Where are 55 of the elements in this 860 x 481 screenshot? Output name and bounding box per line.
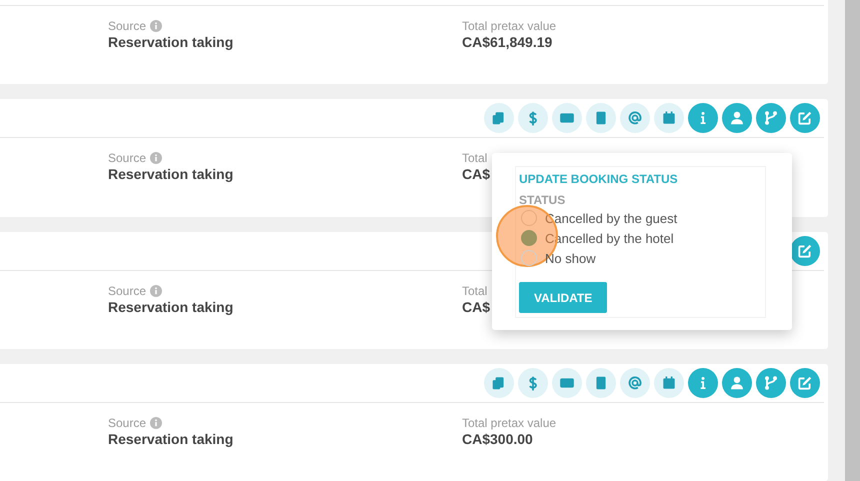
edit-button[interactable] [790,236,820,266]
at-sign-button[interactable] [620,368,650,398]
calendar-button[interactable] [654,368,684,398]
dollar-button[interactable] [518,103,548,134]
field-value: Reservation taking [108,298,234,316]
field-label: Total pretax value [462,416,556,430]
at-sign-icon [627,110,643,126]
bill-button[interactable] [552,368,582,398]
at-sign-button[interactable] [620,103,650,134]
edit-icon [797,242,813,258]
field-label: Total pretax value [462,19,556,33]
field-label: Source [108,19,146,33]
field-value: CA$61,849.19 [462,33,554,51]
field-value: Reservation taking [108,165,234,184]
user-button[interactable] [722,103,752,134]
copy-button[interactable] [484,368,514,398]
copy-button[interactable] [484,103,514,134]
bill-button[interactable] [552,103,582,134]
branch-icon [763,110,779,126]
field-label: Total [462,151,488,166]
branch-button[interactable] [756,368,786,398]
calendar-icon [661,374,677,391]
field-label: Total [462,284,488,298]
radio-button[interactable] [521,210,537,226]
field-value: CA$ [462,298,490,316]
info-button[interactable] [688,103,718,134]
user-icon [729,110,745,126]
info-button[interactable] [688,368,718,398]
calendar-icon [661,110,677,126]
edit-icon [797,374,813,391]
edit-button[interactable] [790,368,820,398]
dollar-button[interactable] [518,368,548,398]
edit-icon [797,110,813,126]
calendar-button[interactable] [654,103,684,134]
field-value: Reservation taking [108,430,234,448]
field-label: Source [108,284,146,298]
field-value: Reservation taking [108,33,234,51]
popup-title: UPDATE BOOKING STATUS [519,172,678,186]
option-label[interactable]: No show [545,250,596,266]
field-value: CA$300.00 [462,430,534,448]
radio-button[interactable] [521,230,537,246]
field-label: Source [108,151,146,166]
at-sign-icon [627,374,643,391]
branch-button[interactable] [756,103,786,134]
scrollbar[interactable] [845,0,860,481]
field-value: CA$ [462,165,490,184]
section-label: STATUS [519,193,566,207]
book-button[interactable] [586,368,616,398]
branch-icon [763,374,779,391]
field-label: Source [108,416,146,430]
user-button[interactable] [722,368,752,398]
book-button[interactable] [586,103,616,134]
edit-button[interactable] [790,103,820,134]
user-icon [729,374,745,391]
radio-button[interactable] [521,250,537,266]
